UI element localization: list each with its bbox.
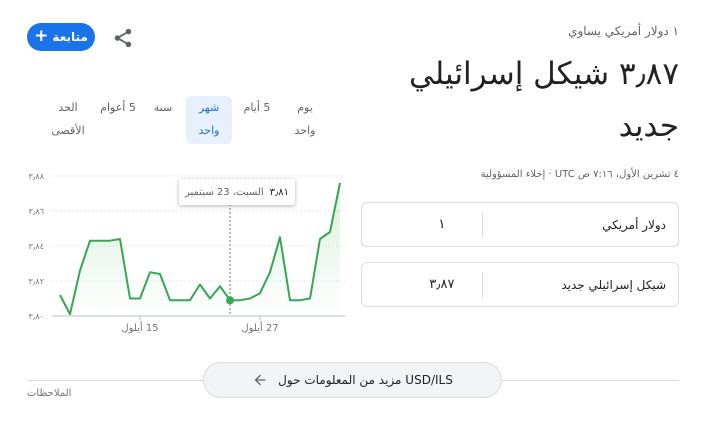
range-tabs: يوم واحد 5 أيام شهر واحد سنة 5 أعوام الح… [40,96,330,146]
plus-icon: + [34,26,49,46]
tooltip-date: السبت، 23 سبتمبر [184,186,264,198]
to-currency-row: ٣٫٨٧ شيكل إسرائيلي جديد [361,262,679,307]
conversion-result: ٣٫٨٧ شيكل إسرائيلي جديد [408,56,679,144]
tooltip-value: ٣٫٨١ [269,186,290,198]
y-tick-label: ٣٫٨٠ [29,312,45,321]
to-amount-input[interactable]: ٣٫٨٧ [362,277,482,292]
tab-five-years-line1: 5 أعوام [100,101,136,114]
y-tick-label: ٣٫٨٢ [29,277,45,286]
from-currency-select[interactable]: دولار أمريكي [483,218,678,232]
from-amount-input[interactable]: ١ [362,217,482,232]
tab-max[interactable]: الحد الأقصى [44,96,92,144]
tab-five-days[interactable]: 5 أيام [236,96,278,144]
tab-max-line1: الحد [58,101,78,114]
follow-button[interactable]: + متابعة [27,23,95,51]
hover-point [226,296,234,305]
tab-one-month-line2: واحد [198,124,220,137]
share-icon[interactable] [112,27,134,49]
tab-one-day-line1: يوم [297,101,313,114]
chart-tooltip: ٣٫٨١ السبت، 23 سبتمبر [179,179,295,205]
disclaimer-link[interactable]: إخلاء المسؤولية [481,169,546,180]
timestamp: ٤ تشرين الأول، ٧:١٦ ص UTC [554,169,679,180]
more-info-label: مزيد من المعلومات حول USD/ILS [278,373,453,387]
timestamp-line: ٤ تشرين الأول، ٧:١٦ ص UTC · إخلاء المسؤو… [481,169,679,180]
tab-max-line2: الأقصى [51,124,85,137]
to-currency-select[interactable]: شيكل إسرائيلي جديد [483,278,678,292]
arrow-left-icon [254,374,266,386]
x-tick-label: 15 أيلول [121,321,158,334]
tab-one-month-line1: شهر [198,101,220,114]
y-tick-label: ٣٫٨٦ [29,207,45,216]
exchange-rate-chart[interactable]: ٣٫٨٨ ٣٫٨٦ ٣٫٨٤ ٣٫٨٢ ٣٫٨٠ 15 أيلول 27 أيلول [0,160,350,345]
tab-one-month[interactable]: شهر واحد [186,96,232,144]
from-currency-row: ١ دولار أمريكي [361,202,679,247]
tab-one-day-line2: واحد [294,124,316,137]
conversion-subtitle: ١ دولار أمريكي يساوي [568,24,679,38]
follow-label: متابعة [52,30,88,44]
timestamp-separator: · [548,169,552,180]
y-tick-label: ٣٫٨٤ [29,242,45,251]
feedback-link[interactable]: الملاحظات [27,388,71,399]
tab-one-year[interactable]: سنة [144,96,182,144]
tab-five-days-line1: 5 أيام [243,101,271,114]
y-tick-label: ٣٫٨٨ [29,172,45,181]
tab-one-day[interactable]: يوم واحد [280,96,330,144]
more-info-button[interactable]: مزيد من المعلومات حول USD/ILS [203,362,502,398]
tab-one-year-line1: سنة [153,101,173,114]
x-tick-label: 27 أيلول [241,321,278,334]
tab-five-years[interactable]: 5 أعوام [94,96,142,144]
